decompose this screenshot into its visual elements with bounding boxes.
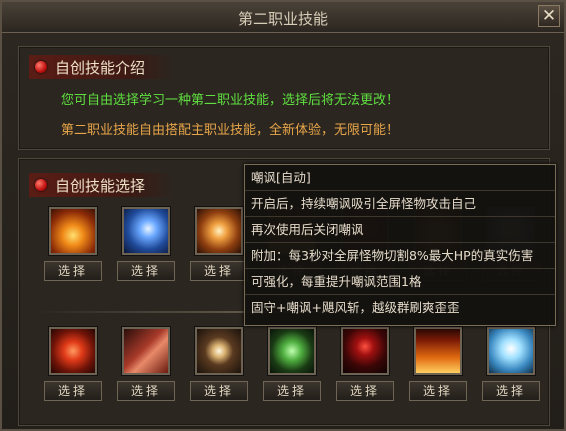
skill-slot-r2-4: 选择 bbox=[262, 327, 322, 401]
select-button[interactable]: 选择 bbox=[190, 381, 248, 401]
skill-slot-r1-1: 选择 bbox=[43, 207, 103, 281]
select-button[interactable]: 选择 bbox=[190, 261, 248, 281]
second-job-skill-window: 第二职业技能 ✕ 自创技能介绍 您可自由选择学习一种第二职业技能，选择后将无法更… bbox=[0, 0, 566, 431]
intro-text-1: 您可自由选择学习一种第二职业技能，选择后将无法更改！ bbox=[61, 93, 400, 108]
intro-text-2: 第二职业技能自由搭配主职业技能，全新体验，无限可能！ bbox=[61, 123, 400, 138]
ice-spirit-icon[interactable] bbox=[487, 327, 535, 375]
hooded-figure-icon[interactable] bbox=[341, 327, 389, 375]
select-button[interactable]: 选择 bbox=[44, 261, 102, 281]
select-button[interactable]: 选择 bbox=[336, 381, 394, 401]
intro-panel: 自创技能介绍 您可自由选择学习一种第二职业技能，选择后将无法更改！ 第二职业技能… bbox=[18, 46, 550, 150]
skill-slot-r2-7: 选择 bbox=[481, 327, 541, 401]
fire-burst-icon[interactable] bbox=[195, 207, 243, 255]
close-button[interactable]: ✕ bbox=[538, 5, 560, 27]
intro-header: 自创技能介绍 bbox=[29, 55, 176, 79]
selection-header: 自创技能选择 bbox=[29, 173, 176, 197]
muscle-arm-icon[interactable] bbox=[122, 327, 170, 375]
select-button[interactable]: 选择 bbox=[263, 381, 321, 401]
tooltip-line: 固守+嘲讽+飓风斩，越级群刷爽歪歪 bbox=[251, 300, 460, 315]
eye-icon[interactable] bbox=[195, 327, 243, 375]
select-button[interactable]: 选择 bbox=[117, 381, 175, 401]
flame-wall-icon[interactable] bbox=[414, 327, 462, 375]
skill-slot-r2-1: 选择 bbox=[43, 327, 103, 401]
tooltip-line: 开启后，持续嘲讽吸引全屏怪物攻击自己 bbox=[245, 191, 555, 217]
skill-slot-r1-3: 选择 bbox=[189, 207, 249, 281]
tooltip-line: 附加：每3秒对全屏怪物切割8%最大HP的真实伤害 bbox=[245, 243, 555, 269]
skill-slot-r2-6: 选择 bbox=[408, 327, 468, 401]
skill-tooltip: 嘲讽[自动] 开启后，持续嘲讽吸引全屏怪物攻击自己 再次使用后关闭嘲讽 附加：每… bbox=[244, 164, 556, 326]
window-title: 第二职业技能 bbox=[237, 10, 328, 28]
tooltip-line: 可强化，每重提升嘲讽范围1格 bbox=[245, 269, 555, 295]
fire-swirl-icon[interactable] bbox=[49, 327, 97, 375]
red-orb-icon bbox=[35, 179, 47, 191]
select-button[interactable]: 选择 bbox=[482, 381, 540, 401]
skill-slot-r2-2: 选择 bbox=[116, 327, 176, 401]
skill-slot-r2-5: 选择 bbox=[335, 327, 395, 401]
skill-slot-r2-3: 选择 bbox=[189, 327, 249, 401]
title-bar[interactable]: 第二职业技能 ✕ bbox=[2, 2, 564, 33]
intro-title: 自创技能介绍 bbox=[55, 58, 146, 77]
fire-slash-icon[interactable] bbox=[49, 207, 97, 255]
red-orb-icon bbox=[35, 61, 47, 73]
select-button[interactable]: 选择 bbox=[117, 261, 175, 281]
skill-slot-r1-2: 选择 bbox=[116, 207, 176, 281]
spider-web-icon[interactable] bbox=[268, 327, 316, 375]
select-button[interactable]: 选择 bbox=[409, 381, 467, 401]
tooltip-skill-name: 嘲讽[自动] bbox=[245, 165, 555, 191]
selection-title: 自创技能选择 bbox=[55, 176, 146, 195]
lightning-icon[interactable] bbox=[122, 207, 170, 255]
select-button[interactable]: 选择 bbox=[44, 381, 102, 401]
tooltip-line: 再次使用后关闭嘲讽 bbox=[245, 217, 555, 243]
